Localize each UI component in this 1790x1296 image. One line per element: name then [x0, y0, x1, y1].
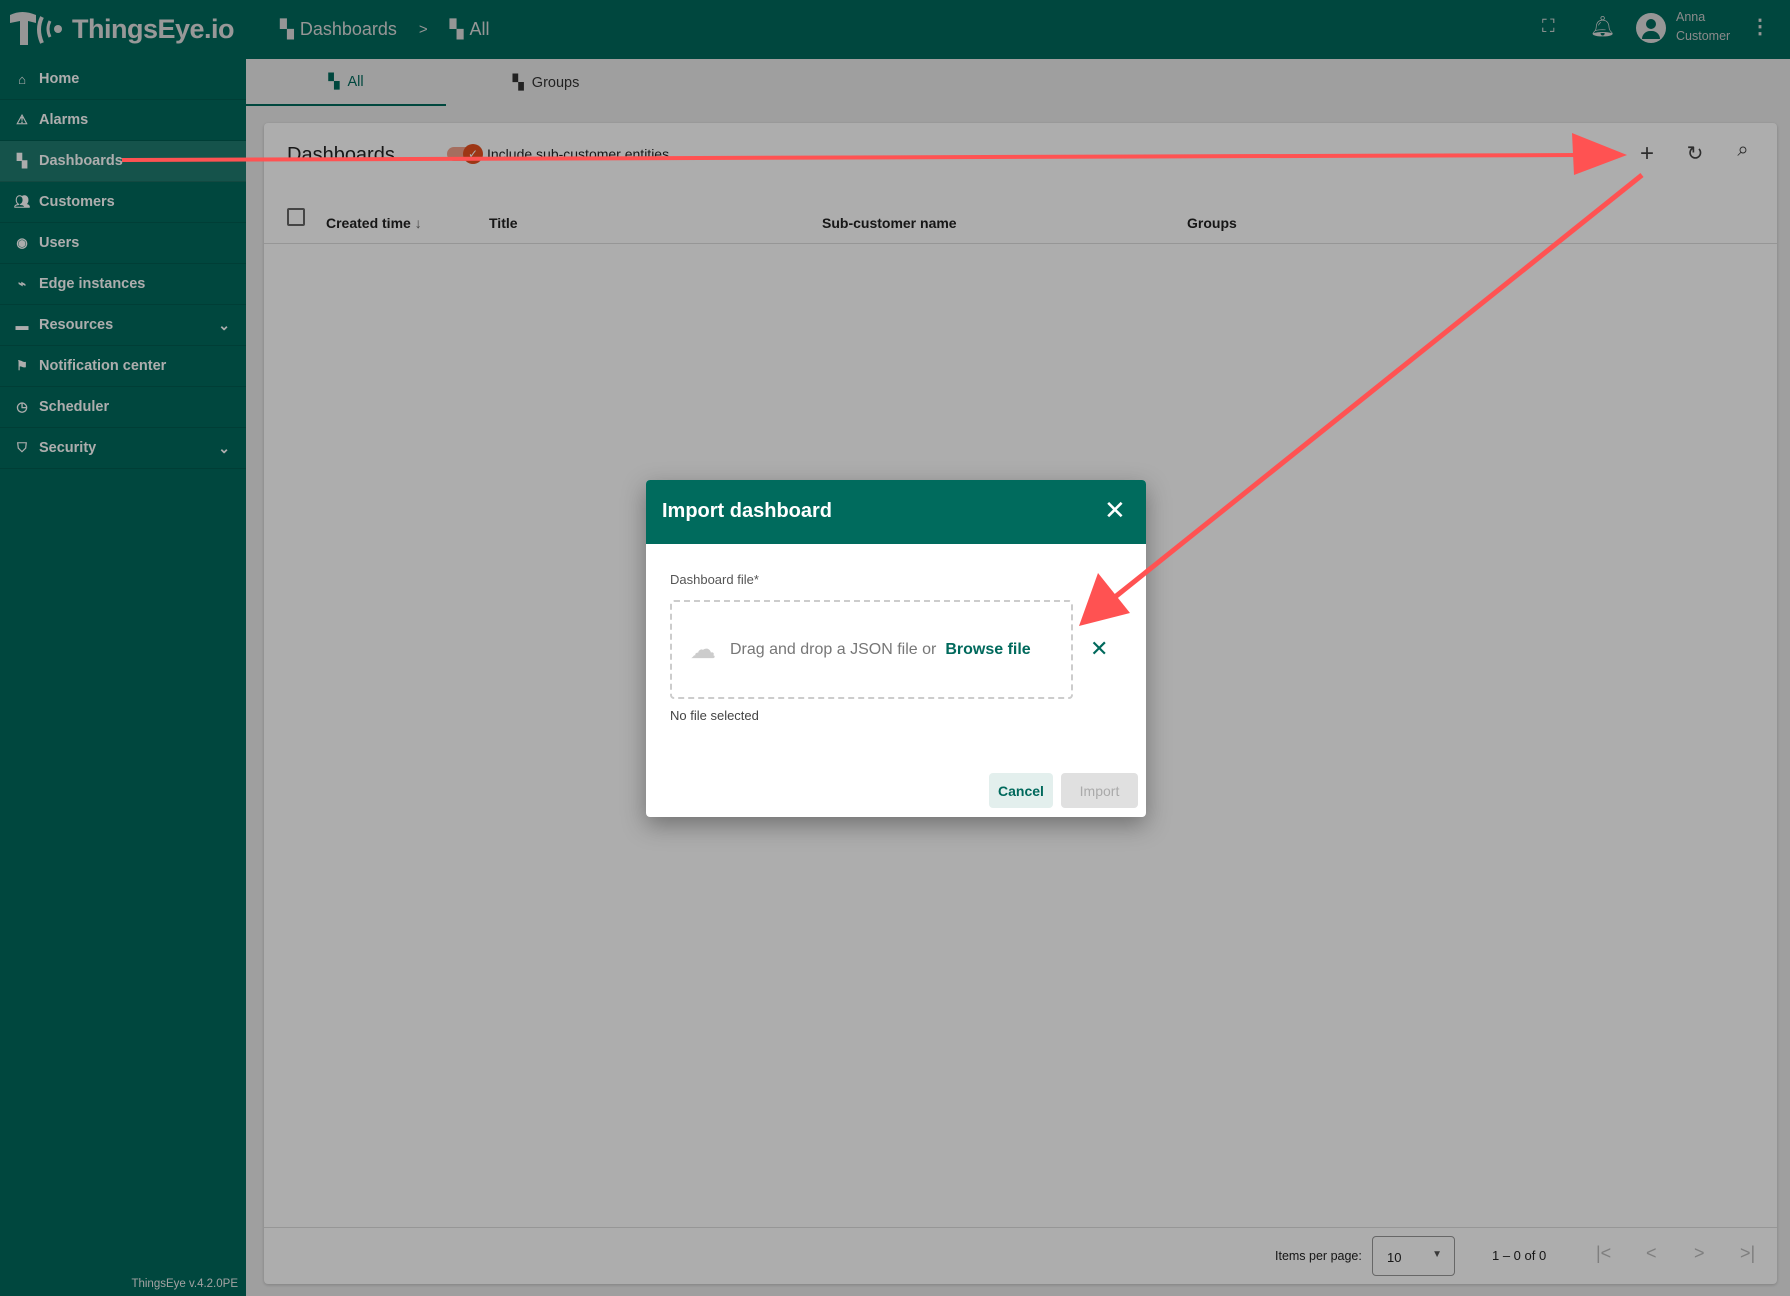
- annotation-arrow-to-dropzone: [1079, 173, 1644, 626]
- annotation-arrow-to-add: [121, 133, 1627, 175]
- annotation-arrows: [121, 133, 1644, 626]
